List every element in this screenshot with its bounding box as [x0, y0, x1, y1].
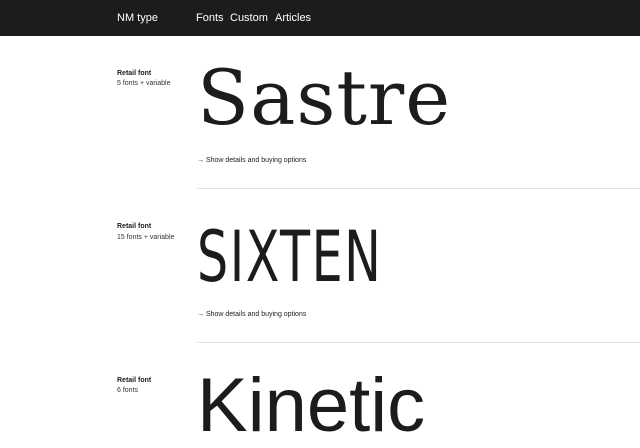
section-divider	[197, 342, 640, 343]
font-count-label: 5 fonts + variable	[117, 80, 171, 87]
show-details-link[interactable]: → Show details and buying options	[197, 157, 306, 164]
font-category-label: Retail font	[117, 377, 152, 384]
font-specimen-sixten[interactable]: SIXTEN	[197, 222, 382, 292]
top-navigation-bar: NM type Fonts Custom Articles	[0, 0, 640, 36]
show-details-link[interactable]: → Show details and buying options	[197, 311, 306, 318]
font-count-label: 15 fonts + variable	[117, 234, 175, 241]
font-category-label: Retail font	[117, 223, 152, 230]
font-count-label: 6 fonts	[117, 387, 139, 394]
section-divider	[197, 188, 640, 189]
nav-link-articles[interactable]: Articles	[275, 0, 311, 36]
font-category-label: Retail font	[117, 70, 152, 77]
nav-link-fonts[interactable]: Fonts	[196, 0, 224, 36]
font-specimen-sastre[interactable]: Sastre	[197, 60, 451, 136]
font-specimen-kinetic[interactable]: Kinetic	[197, 368, 425, 444]
brand-logo-link[interactable]: NM type	[117, 0, 158, 36]
nav-link-custom[interactable]: Custom	[230, 0, 268, 36]
